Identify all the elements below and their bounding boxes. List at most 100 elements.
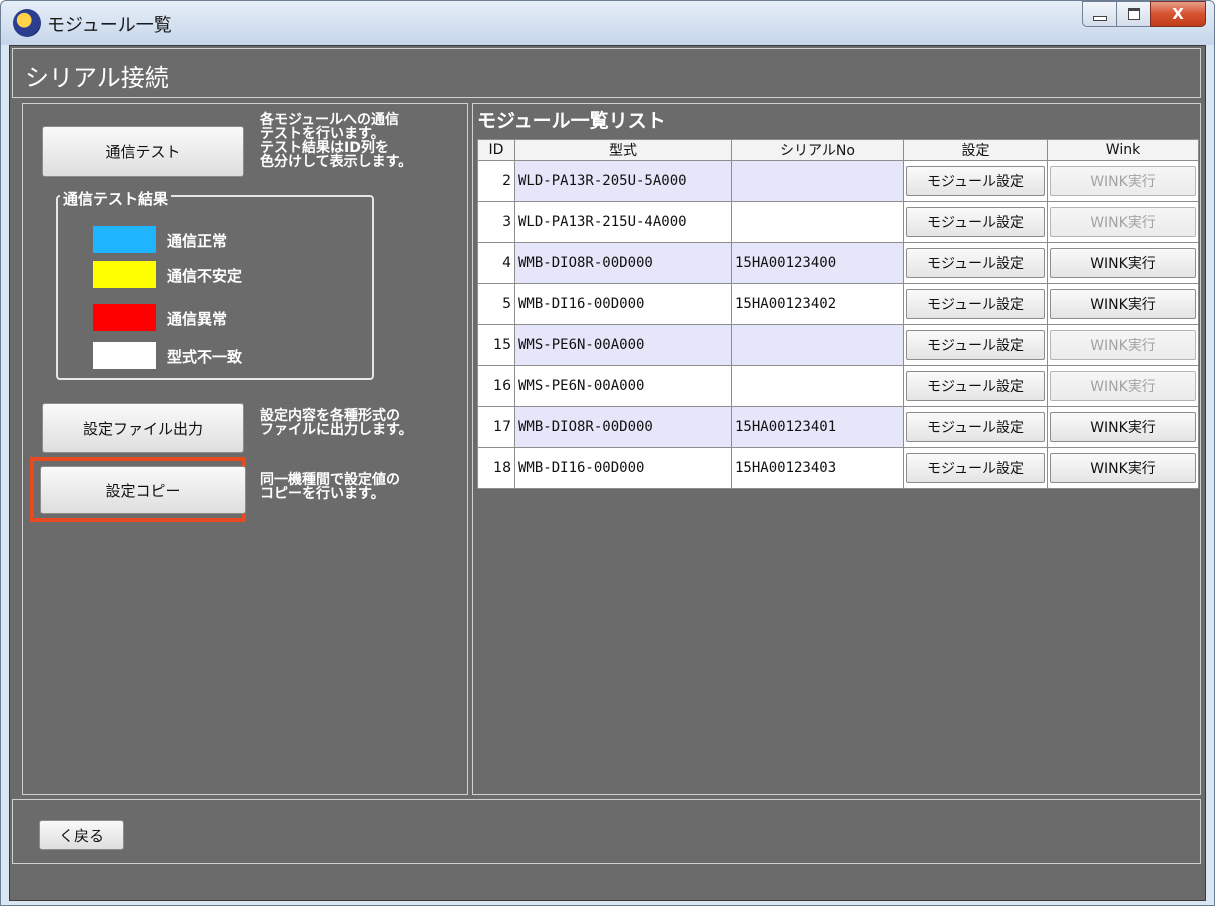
legend-swatch-normal xyxy=(93,226,156,253)
module-settings-button[interactable]: モジュール設定 xyxy=(906,207,1045,237)
window-controls: X xyxy=(1082,1,1206,29)
cell-id[interactable]: 16 xyxy=(477,365,515,407)
column-header-wink[interactable]: Wink xyxy=(1047,139,1199,161)
module-settings-button[interactable]: モジュール設定 xyxy=(906,453,1045,483)
copy-desc-line: 同一機種間で設定値の xyxy=(260,472,400,488)
module-settings-button[interactable]: モジュール設定 xyxy=(906,412,1045,442)
header-bar: シリアル接続 xyxy=(12,48,1201,98)
cell-serial[interactable]: 15HA00123403 xyxy=(731,447,904,489)
legend-swatch-unstable xyxy=(93,261,156,288)
cell-setting: モジュール設定 xyxy=(903,365,1048,407)
cell-id[interactable]: 18 xyxy=(477,447,515,489)
title-bar[interactable]: モジュール一覧 X xyxy=(1,1,1214,45)
legend-label-unstable: 通信不安定 xyxy=(167,267,243,285)
cell-setting: モジュール設定 xyxy=(903,324,1048,366)
maximize-icon xyxy=(1127,8,1140,20)
app-window: モジュール一覧 X シリアル接続 通信テスト 各モジュールへの通信 テストを行い… xyxy=(0,0,1215,906)
client-area: シリアル接続 通信テスト 各モジュールへの通信 テストを行います。 テスト結果は… xyxy=(9,45,1206,901)
cell-wink: WINK実行 xyxy=(1047,283,1199,325)
wink-execute-button[interactable]: WINK実行 xyxy=(1050,412,1196,442)
table-body: 2 WLD-PA13R-205U-5A000 モジュール設定 WINK実行 3 WLD-P… xyxy=(477,160,1199,489)
cell-setting: モジュール設定 xyxy=(903,283,1048,325)
minimize-button[interactable] xyxy=(1082,1,1116,27)
module-settings-button[interactable]: モジュール設定 xyxy=(906,330,1045,360)
cell-id[interactable]: 17 xyxy=(477,406,515,448)
cell-wink: WINK実行 xyxy=(1047,365,1199,407)
page-title: シリアル接続 xyxy=(25,64,169,92)
copy-desc-line: コピーを行います。 xyxy=(260,486,385,502)
wink-execute-button: WINK実行 xyxy=(1050,207,1196,237)
column-header-model[interactable]: 型式 xyxy=(514,139,732,161)
legend-swatch-mismatch xyxy=(93,342,156,369)
table-row[interactable]: 4 WMB-DIO8R-00D000 15HA00123400 モジュール設定 WINK… xyxy=(477,242,1199,284)
legend-label-error: 通信異常 xyxy=(167,310,228,328)
comm-test-button[interactable]: 通信テスト xyxy=(42,126,244,177)
footer-bar xyxy=(12,799,1201,864)
table-row[interactable]: 5 WMB-DI16-00D000 15HA00123402 モジュール設定 WINK実… xyxy=(477,283,1199,325)
cell-model[interactable]: WMB-DIO8R-00D000 xyxy=(514,242,732,284)
cell-wink: WINK実行 xyxy=(1047,324,1199,366)
wink-execute-button: WINK実行 xyxy=(1050,371,1196,401)
cell-model[interactable]: WLD-PA13R-215U-4A000 xyxy=(514,201,732,243)
column-header-setting[interactable]: 設定 xyxy=(903,139,1048,161)
export-desc-line: 設定内容を各種形式の xyxy=(260,408,400,424)
table-row[interactable]: 3 WLD-PA13R-215U-4A000 モジュール設定 WINK実行 xyxy=(477,201,1199,243)
wink-execute-button[interactable]: WINK実行 xyxy=(1050,289,1196,319)
comm-test-description: 各モジュールへの通信 テストを行います。 テスト結果はID列を 色分けして表示し… xyxy=(260,113,412,169)
cell-id[interactable]: 15 xyxy=(477,324,515,366)
table-row[interactable]: 17 WMB-DIO8R-00D000 15HA00123401 モジュール設定 WIN… xyxy=(477,406,1199,448)
module-list-title: モジュール一覧リスト xyxy=(477,110,666,132)
cell-id[interactable]: 3 xyxy=(477,201,515,243)
cell-wink: WINK実行 xyxy=(1047,201,1199,243)
copy-settings-button[interactable]: 設定コピー xyxy=(40,466,246,514)
comm-test-desc-line: 色分けして表示します。 xyxy=(260,154,413,170)
cell-model[interactable]: WMB-DI16-00D000 xyxy=(514,283,732,325)
module-settings-button[interactable]: モジュール設定 xyxy=(906,289,1045,319)
column-header-serial[interactable]: シリアルNo xyxy=(731,139,904,161)
legend-label-mismatch: 型式不一致 xyxy=(167,348,243,366)
cell-model[interactable]: WLD-PA13R-205U-5A000 xyxy=(514,160,732,202)
module-settings-button[interactable]: モジュール設定 xyxy=(906,248,1045,278)
maximize-button[interactable] xyxy=(1116,1,1150,27)
window-title: モジュール一覧 xyxy=(47,15,172,36)
close-button[interactable]: X xyxy=(1150,1,1206,27)
cell-model[interactable]: WMS-PE6N-00A000 xyxy=(514,324,732,366)
cell-wink: WINK実行 xyxy=(1047,406,1199,448)
cell-wink: WINK実行 xyxy=(1047,160,1199,202)
module-settings-button[interactable]: モジュール設定 xyxy=(906,371,1045,401)
export-settings-button[interactable]: 設定ファイル出力 xyxy=(42,403,244,453)
cell-serial[interactable] xyxy=(731,324,904,366)
cell-serial[interactable] xyxy=(731,365,904,407)
copy-settings-description: 同一機種間で設定値の コピーを行います。 xyxy=(260,473,400,501)
cell-serial[interactable]: 15HA00123402 xyxy=(731,283,904,325)
cell-serial[interactable] xyxy=(731,201,904,243)
cell-setting: モジュール設定 xyxy=(903,160,1048,202)
table-row[interactable]: 15 WMS-PE6N-00A000 モジュール設定 WINK実行 xyxy=(477,324,1199,366)
cell-wink: WINK実行 xyxy=(1047,447,1199,489)
export-desc-line: ファイルに出力します。 xyxy=(260,422,413,438)
cell-id[interactable]: 5 xyxy=(477,283,515,325)
wink-execute-button: WINK実行 xyxy=(1050,166,1196,196)
wink-execute-button: WINK実行 xyxy=(1050,330,1196,360)
cell-serial[interactable]: 15HA00123401 xyxy=(731,406,904,448)
wink-execute-button[interactable]: WINK実行 xyxy=(1050,453,1196,483)
module-settings-button[interactable]: モジュール設定 xyxy=(906,166,1045,196)
table-row[interactable]: 16 WMS-PE6N-00A000 モジュール設定 WINK実行 xyxy=(477,365,1199,407)
back-button[interactable]: く戻る xyxy=(39,820,124,850)
cell-id[interactable]: 4 xyxy=(477,242,515,284)
cell-setting: モジュール設定 xyxy=(903,406,1048,448)
cell-model[interactable]: WMB-DI16-00D000 xyxy=(514,447,732,489)
table-row[interactable]: 2 WLD-PA13R-205U-5A000 モジュール設定 WINK実行 xyxy=(477,160,1199,202)
cell-serial[interactable] xyxy=(731,160,904,202)
cell-model[interactable]: WMB-DIO8R-00D000 xyxy=(514,406,732,448)
legend-swatch-error xyxy=(93,304,156,331)
close-icon: X xyxy=(1172,5,1184,23)
cell-model[interactable]: WMS-PE6N-00A000 xyxy=(514,365,732,407)
column-header-id[interactable]: ID xyxy=(477,139,515,161)
cell-setting: モジュール設定 xyxy=(903,242,1048,284)
legend-label-normal: 通信正常 xyxy=(167,232,228,250)
cell-id[interactable]: 2 xyxy=(477,160,515,202)
wink-execute-button[interactable]: WINK実行 xyxy=(1050,248,1196,278)
table-row[interactable]: 18 WMB-DI16-00D000 15HA00123403 モジュール設定 WINK… xyxy=(477,447,1199,489)
cell-serial[interactable]: 15HA00123400 xyxy=(731,242,904,284)
